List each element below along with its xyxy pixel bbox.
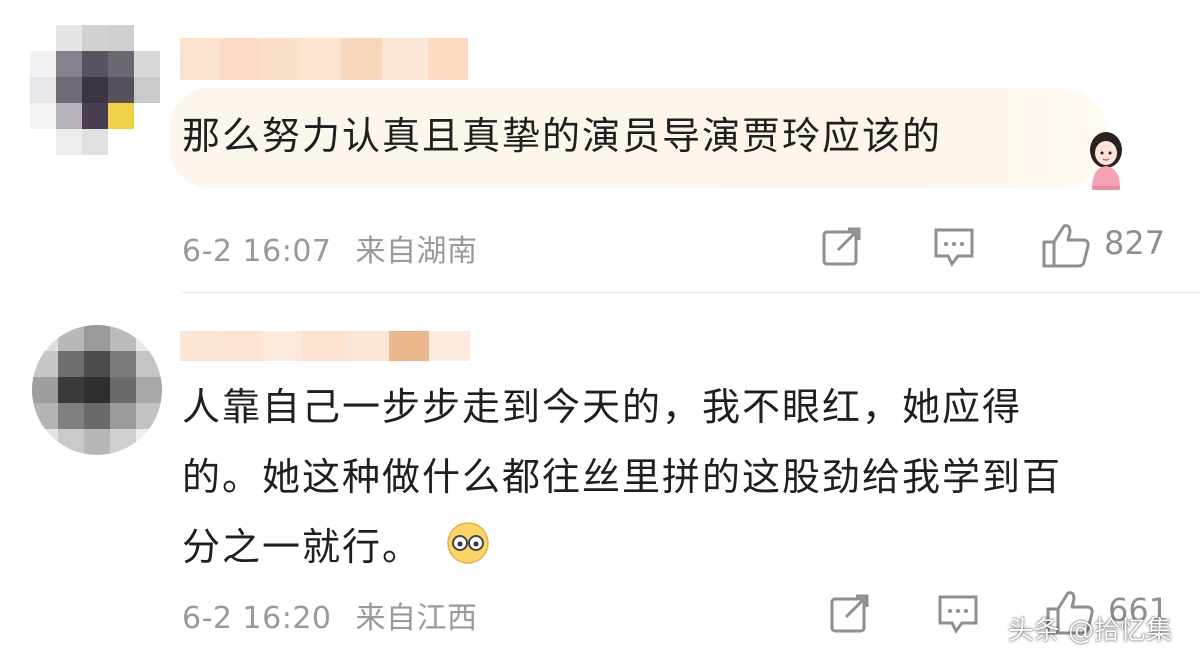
location: 来自湖南 (355, 234, 478, 269)
watermark: 头条 @拾忆集 (1007, 616, 1172, 646)
comment-icon[interactable] (934, 589, 982, 637)
comment-time: 6-2 16:20 来自江西 (182, 593, 478, 637)
avatar[interactable] (32, 325, 162, 455)
timestamp: 6-2 16:07 (182, 234, 332, 269)
comment-icon[interactable] (930, 222, 978, 270)
location: 来自江西 (355, 601, 478, 636)
timestamp: 6-2 16:20 (182, 601, 332, 636)
share-icon[interactable] (826, 589, 874, 637)
username-blurred[interactable] (180, 331, 470, 361)
comment-text-line-2: 的。她这种做什么都往丝里拼的这股劲给我学到百 (182, 455, 1063, 499)
comment-text: 那么努力认真且真挚的演员导演贾玲应该的 (182, 114, 943, 158)
comment-time: 6-2 16:07 来自湖南 (182, 226, 478, 270)
comment-text-line-1: 人靠自己一步步走到今天的，我不眼红，她应得 (182, 385, 1023, 429)
avatar[interactable] (30, 25, 160, 155)
thumbs-up-icon[interactable] (1040, 220, 1092, 270)
comment-item-1: 那么努力认真且真挚的演员导演贾玲应该的 6-2 16:07 来自湖南 827 (0, 0, 1200, 292)
girl-sticker-icon (1090, 132, 1122, 190)
username-blurred[interactable] (180, 38, 468, 80)
comment-text-line-3: 分之一就行。 (182, 525, 423, 569)
like-count: 827 (1104, 224, 1166, 262)
emoji-icon (447, 522, 489, 564)
share-icon[interactable] (818, 222, 866, 270)
